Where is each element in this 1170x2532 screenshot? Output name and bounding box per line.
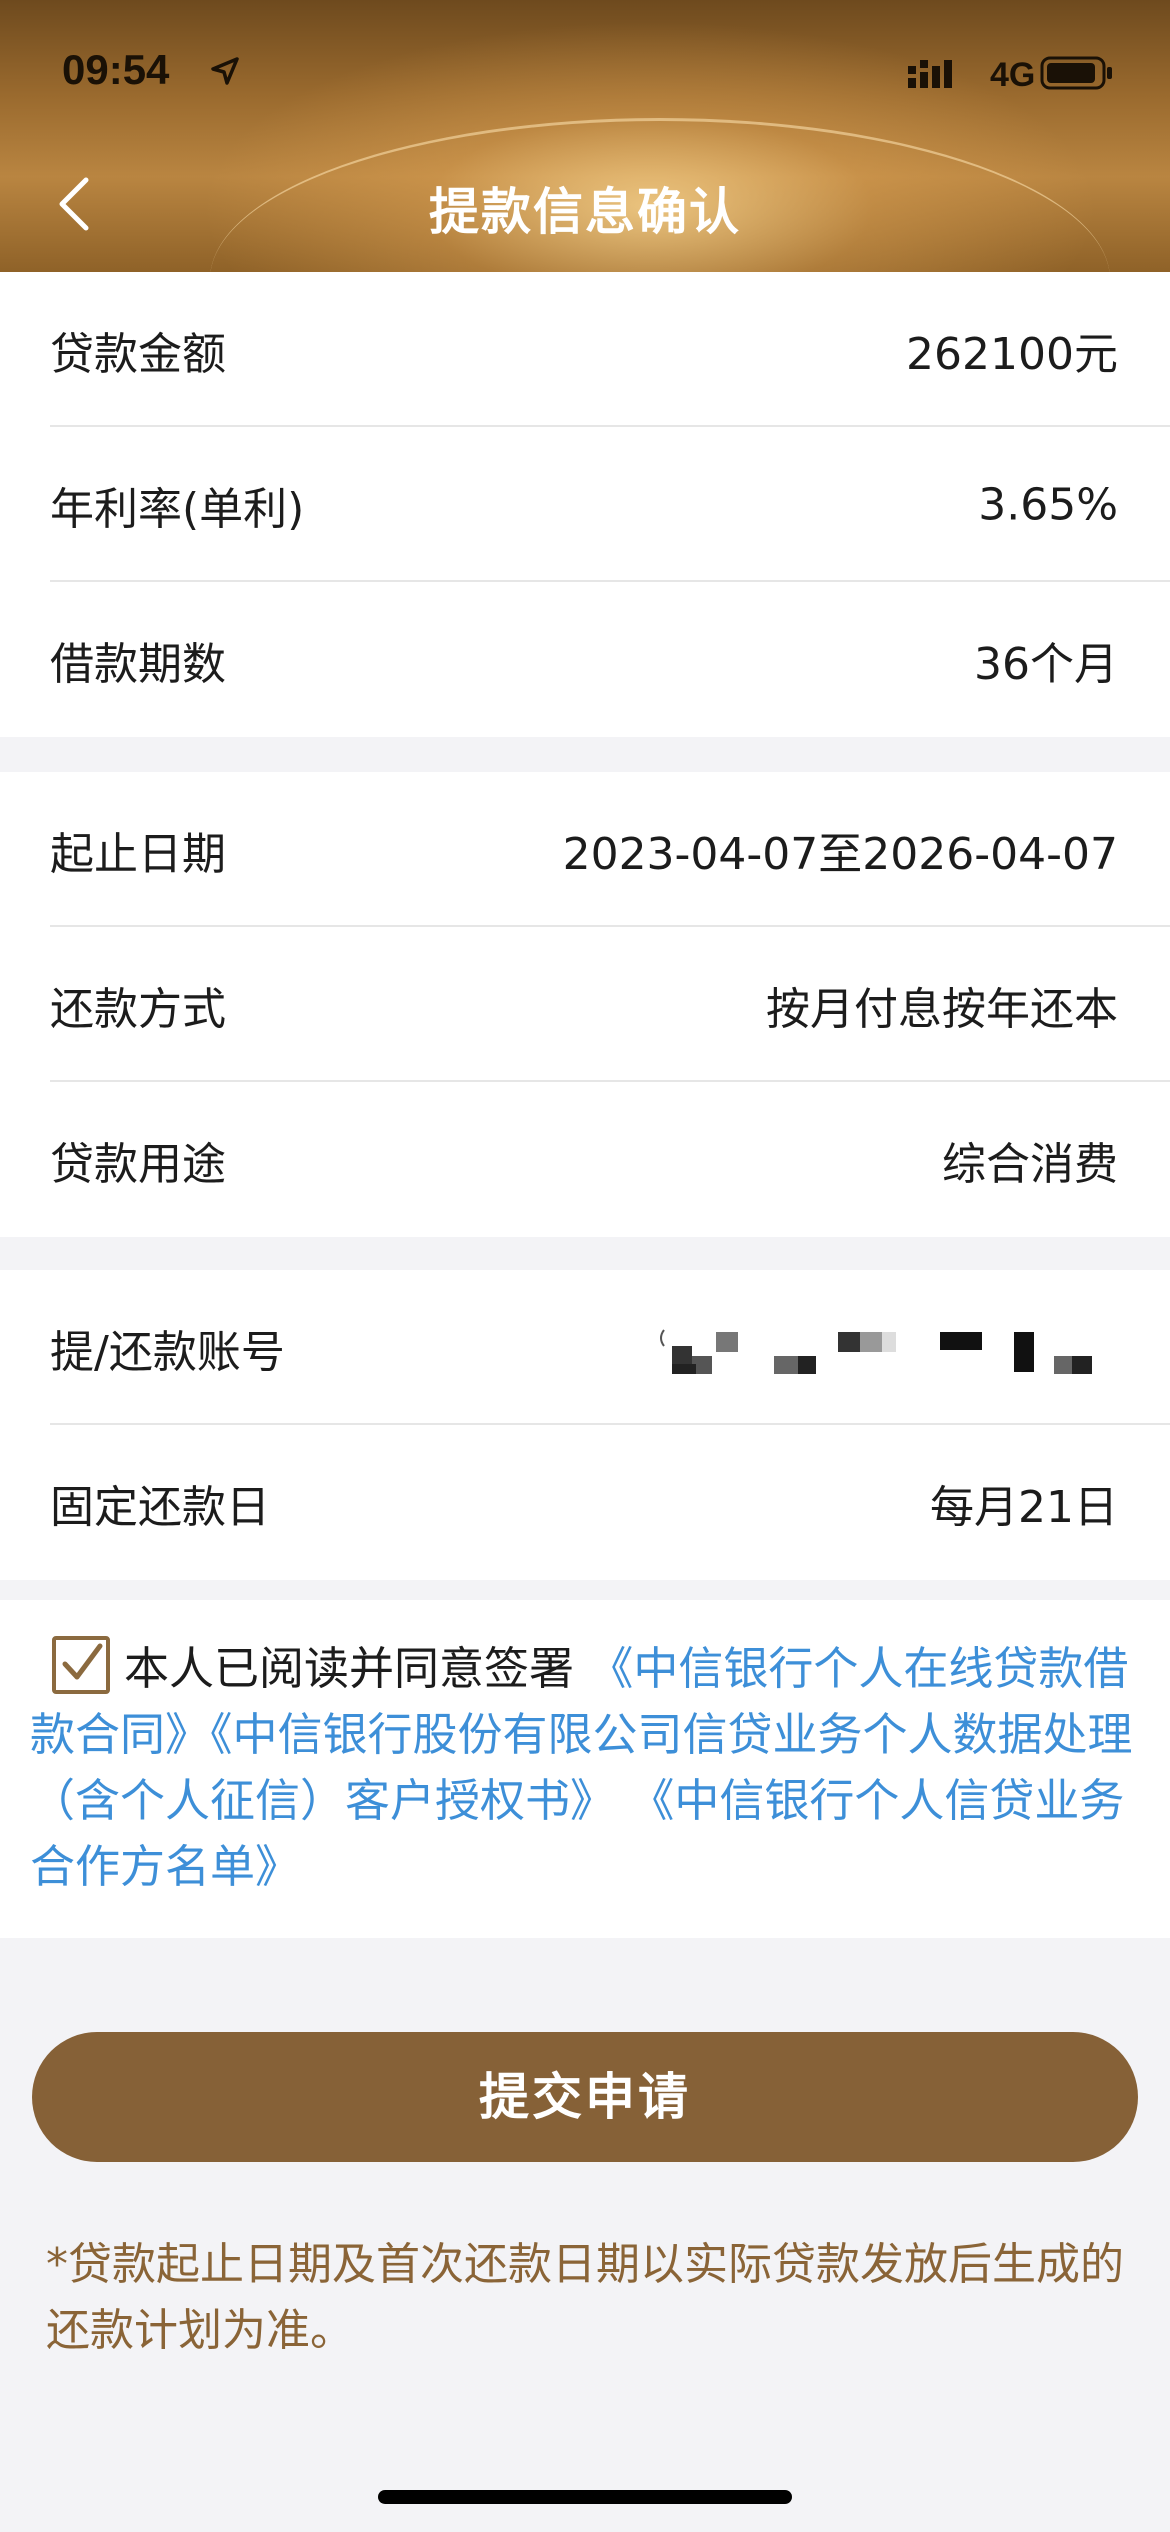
network-type: 4G <box>990 56 1036 94</box>
date-range-label: 起止日期 <box>50 828 226 880</box>
row-loan-amount: 贷款金额 262100元 <box>0 272 1170 427</box>
row-loan-purpose: 贷款用途 综合消费 <box>0 1082 1170 1237</box>
row-date-range: 起止日期 2023-04-07至2026-04-07 <box>0 772 1170 927</box>
page-title: 提款信息确认 <box>429 183 741 241</box>
row-repay-method: 还款方式 按月付息按年还本 <box>0 927 1170 1082</box>
repay-method-label: 还款方式 <box>50 983 226 1035</box>
home-indicator[interactable] <box>378 2490 792 2504</box>
loan-purpose-value: 综合消费 <box>942 1138 1118 1190</box>
disclaimer-note: *贷款起止日期及首次还款日期以实际贷款发放后生成的还款计划为准。 <box>46 2239 1124 2356</box>
repayment-section: 起止日期 2023-04-07至2026-04-07 还款方式 按月付息按年还本… <box>0 772 1170 1237</box>
loan-amount-label: 贷款金额 <box>50 328 226 380</box>
signal-icon <box>908 60 952 88</box>
row-account-number: 提/还款账号 <box>0 1270 1170 1425</box>
submit-button[interactable]: 提交申请 <box>32 2032 1138 2162</box>
checkmark-icon <box>62 1643 103 1680</box>
loan-term-value: 36个月 <box>974 638 1118 690</box>
repay-method-value: 按月付息按年还本 <box>766 983 1118 1035</box>
loan-info-section: 贷款金额 262100元 年利率(单利) 3.65% 借款期数 36个月 <box>0 272 1170 737</box>
location-arrow-icon <box>211 57 239 85</box>
header-bar: 09:54 4G 提款信息确认 <box>0 0 1170 272</box>
agreement-text: 本人已阅读并同意签署 《中信银行个人在线贷款借款合同》《中信银行股份有限公司信贷… <box>30 1636 1140 1900</box>
row-interest-rate: 年利率(单利) 3.65% <box>0 427 1170 582</box>
account-number-label: 提/还款账号 <box>50 1326 285 1378</box>
battery-icon <box>1040 56 1112 90</box>
loan-term-label: 借款期数 <box>50 638 226 690</box>
date-range-value: 2023-04-07至2026-04-07 <box>562 828 1118 880</box>
loan-purpose-label: 贷款用途 <box>50 1138 226 1190</box>
repay-day-value: 每月21日 <box>930 1481 1118 1533</box>
status-bar: 09:54 4G <box>0 0 1170 140</box>
repay-day-label: 固定还款日 <box>50 1481 270 1533</box>
agreement-checkbox[interactable] <box>52 1636 110 1694</box>
agreement-prefix: 本人已阅读并同意签署 <box>124 1642 575 1695</box>
row-repay-day: 固定还款日 每月21日 <box>0 1425 1170 1580</box>
interest-rate-value: 3.65% <box>978 479 1118 530</box>
loan-amount-value: 262100元 <box>906 328 1118 380</box>
masked-account-number <box>660 1329 1092 1374</box>
account-section: 提/还款账号 固定还款日 每月21日 <box>0 1270 1170 1580</box>
row-loan-term: 借款期数 36个月 <box>0 582 1170 737</box>
interest-rate-label: 年利率(单利) <box>50 483 305 535</box>
agreement-section: 本人已阅读并同意签署 《中信银行个人在线贷款借款合同》《中信银行股份有限公司信贷… <box>0 1600 1170 1938</box>
status-time: 09:54 <box>62 46 170 93</box>
